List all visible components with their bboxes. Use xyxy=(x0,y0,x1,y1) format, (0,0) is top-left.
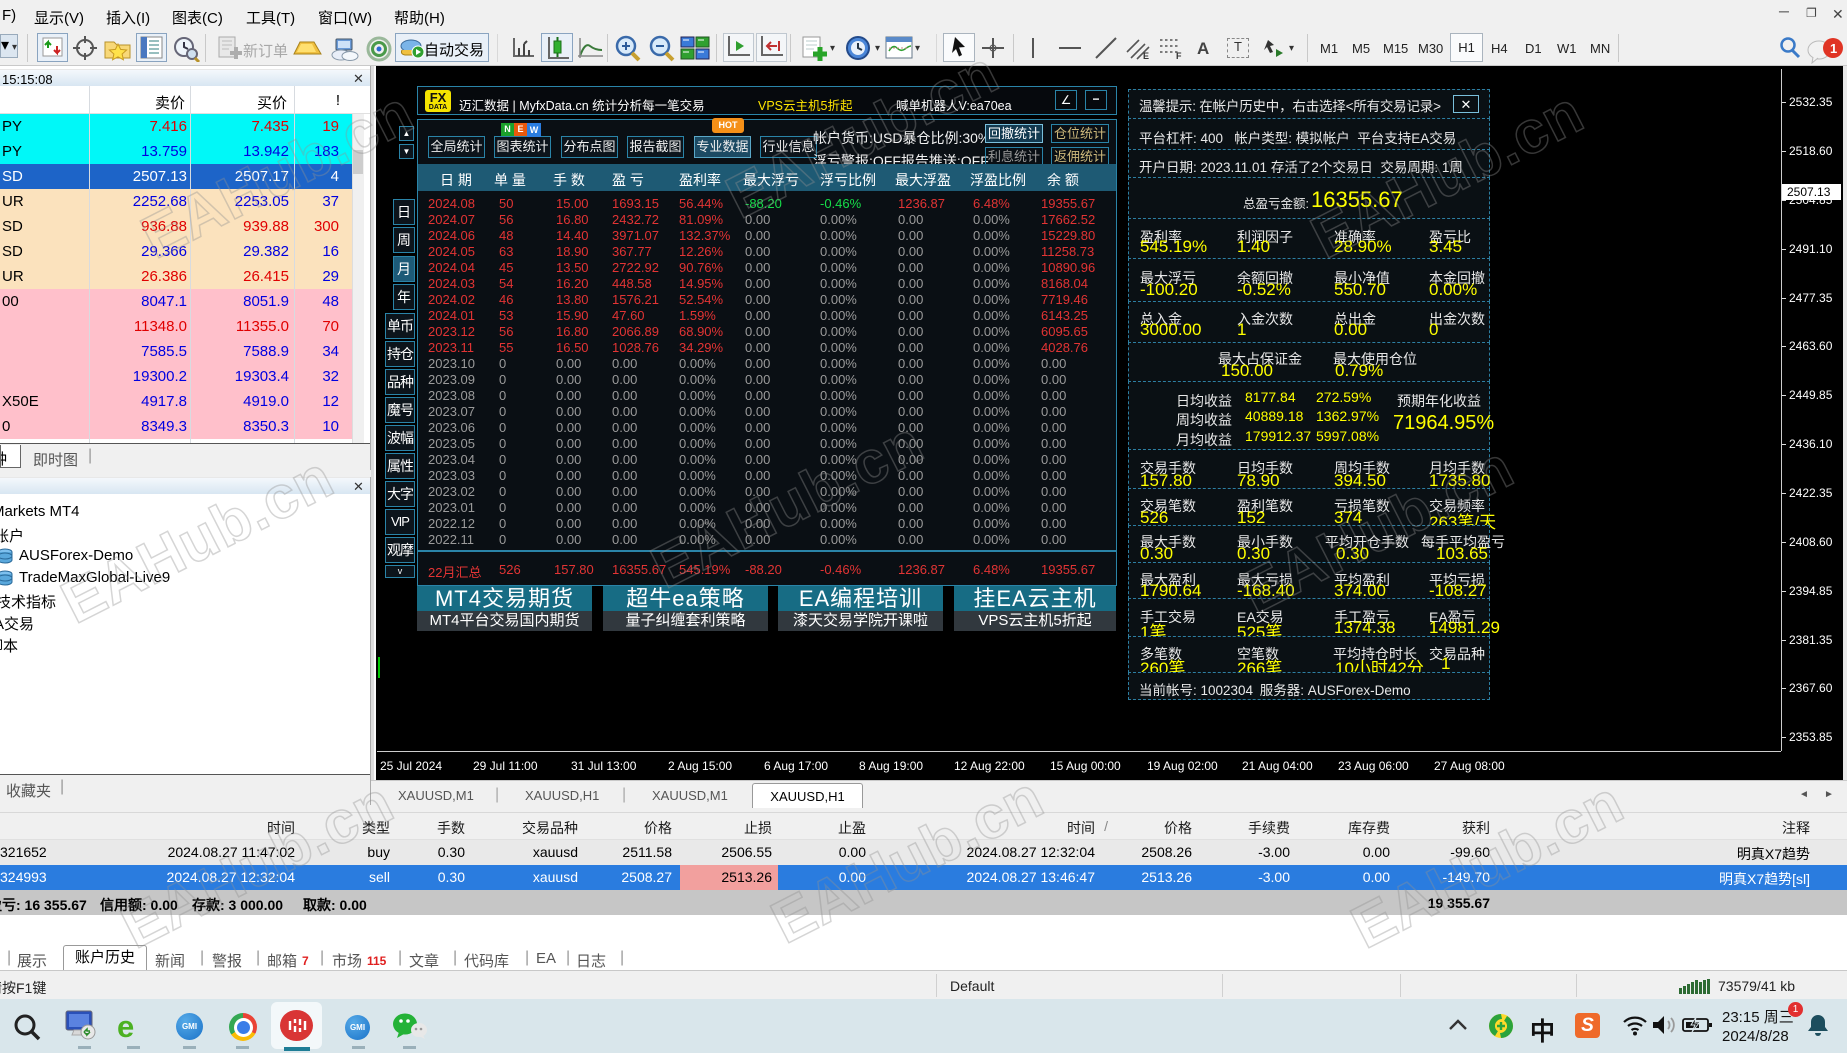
svg-text:F: F xyxy=(1176,51,1182,60)
svg-text:1: 1 xyxy=(1830,41,1837,56)
svg-text:E: E xyxy=(1143,51,1149,60)
